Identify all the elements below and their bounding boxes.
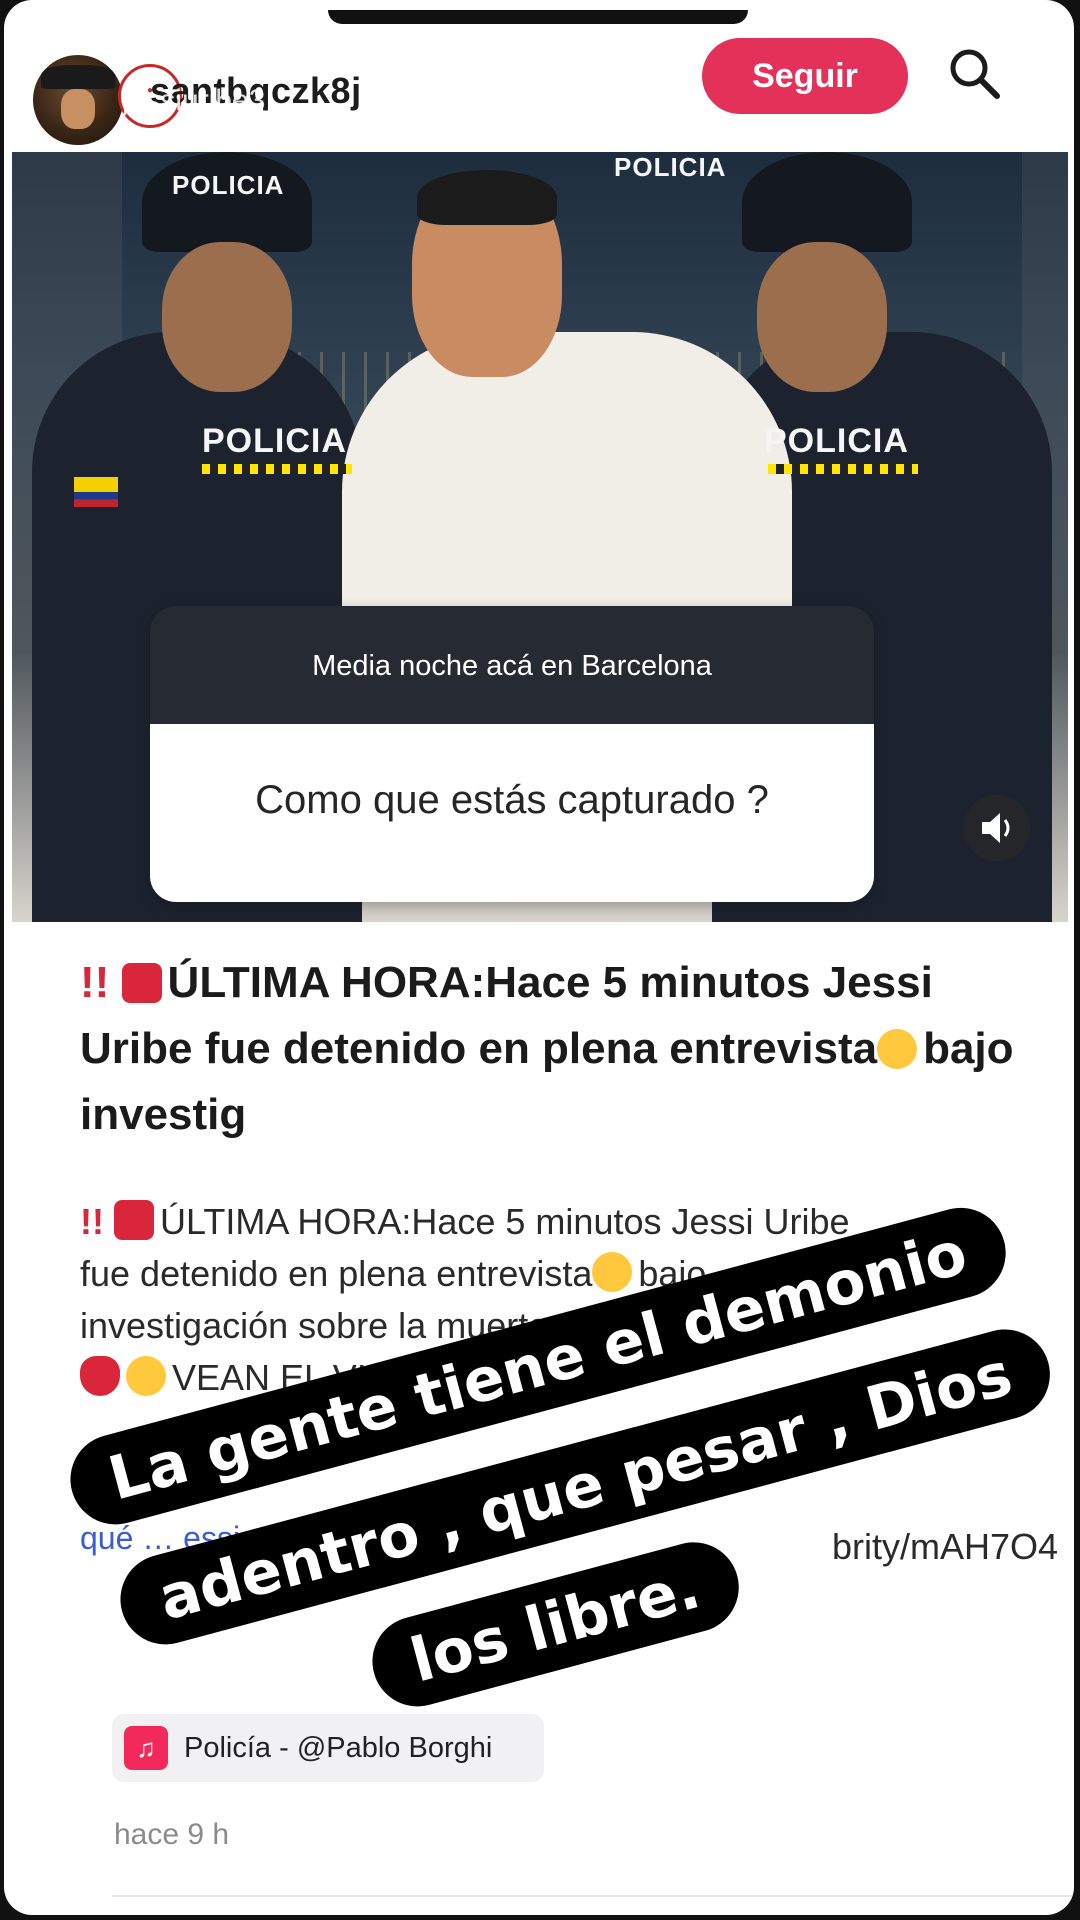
article-headline: !! ÚLTIMA HORA:Hace 5 minutos Jessi Urib…	[80, 950, 1040, 1148]
progress-segment	[314, 24, 382, 29]
question-answer: Como que estás capturado ?	[255, 778, 769, 822]
double-exclamation-icon: !!	[80, 1201, 104, 1242]
progress-segment	[84, 24, 152, 29]
police-cap-left	[142, 152, 312, 252]
progress-segment	[698, 24, 766, 29]
divider	[112, 1895, 1072, 1897]
vest-stripe-right	[768, 464, 918, 474]
status-bar-notch	[328, 10, 748, 24]
progress-segment	[775, 24, 842, 29]
progress-segment	[1005, 24, 1072, 29]
progress-segment	[621, 24, 689, 29]
progress-segment	[851, 24, 919, 29]
music-label: Policía - @Pablo Borghi	[184, 1731, 493, 1764]
double-exclamation-icon: !!	[80, 958, 110, 1007]
post-timestamp: hace 9 h	[114, 1818, 230, 1851]
detained-man-hair	[417, 170, 557, 225]
avatar-hat	[41, 65, 115, 89]
progress-segment	[545, 24, 612, 29]
progress-segment	[161, 24, 229, 29]
vest-label-left: POLICIA	[202, 422, 347, 460]
body-line-1-text: ÚLTIMA HORA:Hace 5 minutos Jessi Uribe	[160, 1201, 850, 1242]
colombia-flag-patch	[74, 477, 118, 507]
cap-label-left: POLICIA	[172, 170, 285, 200]
vest-label-right: POLICIA	[764, 422, 909, 460]
article-url-fragment[interactable]: brity/mAH7O4	[832, 1526, 1058, 1568]
crying-face-emoji-icon	[126, 1356, 166, 1396]
progress-segment	[468, 24, 535, 29]
officer-head-right	[757, 242, 887, 392]
headline-text: ÚLTIMA HORA:Hace 5 minutos Jessi Uribe f…	[80, 958, 933, 1073]
officer-head-left	[162, 242, 292, 392]
music-attribution[interactable]: ♫ Policía - @Pablo Borghi	[112, 1714, 544, 1782]
siren-emoji-icon	[114, 1200, 154, 1240]
story-viewer: POLICIA POLICIA POLICIA POLICIA ● santbq…	[0, 0, 1080, 1920]
close-icon[interactable]	[995, 66, 1061, 132]
siren-emoji-icon	[121, 963, 162, 1003]
progress-segment	[8, 24, 75, 29]
progress-segment	[928, 24, 996, 29]
article-preview[interactable]: !! ÚLTIMA HORA:Hace 5 minutos Jessi Urib…	[80, 950, 1040, 1148]
vest-stripe-left	[202, 464, 352, 474]
question-sticker[interactable]: Media noche acá en Barcelona Como que es…	[150, 606, 874, 902]
question-prompt: Media noche acá en Barcelona	[312, 650, 712, 682]
speaker-icon	[982, 813, 1010, 843]
follow-button[interactable]: Seguir	[702, 38, 908, 114]
broken-heart-emoji-icon	[80, 1356, 120, 1396]
cap-label-right: POLICIA	[614, 152, 727, 182]
music-note-icon: ♫	[124, 1726, 168, 1770]
screaming-face-emoji-icon	[592, 1252, 633, 1292]
sound-toggle-button[interactable]	[964, 795, 1030, 861]
more-options-icon[interactable]: ...	[915, 78, 946, 112]
screaming-face-emoji-icon	[877, 1029, 918, 1069]
avatar[interactable]	[30, 52, 126, 148]
body-line-2-text: fue detenido en plena entrevista	[80, 1253, 593, 1294]
username-overlay[interactable]: jessiuribe3	[122, 84, 265, 118]
progress-segment	[238, 24, 305, 29]
question-prompt-area: Media noche acá en Barcelona	[150, 606, 874, 724]
question-answer-area: Como que estás capturado ?	[150, 724, 874, 902]
story-progress-bar	[8, 10, 1072, 30]
avatar-face	[61, 89, 95, 129]
police-cap-right	[742, 152, 912, 252]
progress-segment	[391, 24, 459, 29]
